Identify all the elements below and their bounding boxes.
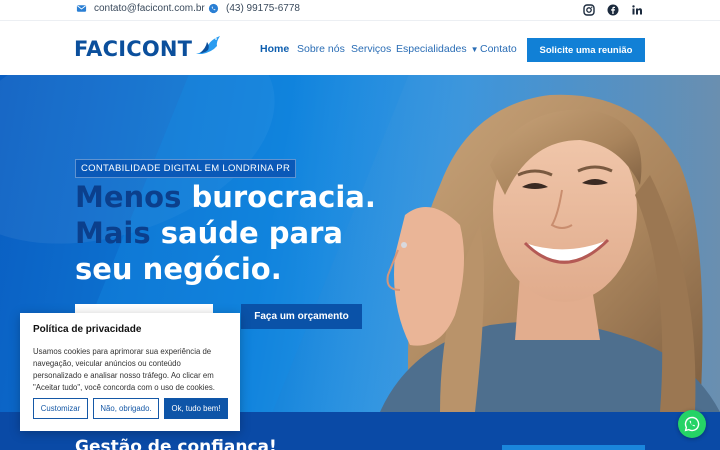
nav-sobre-nos[interactable]: Sobre nós bbox=[297, 43, 345, 55]
nav-especialidades[interactable]: Especialidades ▼ bbox=[396, 43, 479, 55]
customize-button[interactable]: Customizar bbox=[33, 398, 88, 419]
instagram-icon[interactable] bbox=[583, 4, 595, 16]
accept-button[interactable]: Ok, tudo bem! bbox=[164, 398, 228, 419]
quote-button[interactable]: Faça um orçamento bbox=[241, 304, 362, 329]
cookie-buttons: Customizar Não, obrigado. Ok, tudo bem! bbox=[33, 398, 228, 419]
bird-logo-icon bbox=[196, 36, 221, 54]
whatsapp-icon bbox=[208, 3, 219, 14]
nav-home[interactable]: Home bbox=[260, 43, 289, 55]
nav-contato[interactable]: Contato bbox=[480, 43, 517, 55]
headline-word-negocio: seu negócio. bbox=[75, 252, 282, 286]
topbar-phone[interactable]: (43) 99175-6778 bbox=[208, 3, 300, 14]
top-bar: contato@facicont.com.br (43) 99175-6778 bbox=[0, 0, 720, 21]
hero-headline: Menos burocracia. Mais saúde para seu ne… bbox=[75, 179, 395, 287]
nav-servicos[interactable]: Serviços bbox=[351, 43, 391, 55]
logo[interactable]: FACICONT bbox=[74, 34, 222, 61]
page: contato@facicont.com.br (43) 99175-6778 … bbox=[0, 0, 720, 450]
headline-word-menos: Menos bbox=[75, 180, 182, 214]
whatsapp-icon bbox=[684, 416, 700, 432]
caret-down-icon: ▼ bbox=[470, 45, 479, 54]
headline-word-mais: Mais bbox=[75, 216, 151, 250]
section-title-accent: confiança! bbox=[177, 437, 277, 450]
whatsapp-float-button[interactable] bbox=[678, 410, 706, 438]
cookie-consent-dialog: Política de privacidade Usamos cookies p… bbox=[20, 313, 240, 431]
logo-text: FACICONT bbox=[74, 37, 193, 61]
nav-especialidades-label: Especialidades bbox=[396, 43, 467, 55]
site-header: FACICONT Home Sobre nós Serviços Especia… bbox=[0, 21, 720, 75]
decline-button[interactable]: Não, obrigado. bbox=[93, 398, 159, 419]
phone-text[interactable]: (43) 99175-6778 bbox=[226, 3, 300, 14]
request-meeting-button[interactable]: Solicite uma reunião bbox=[527, 38, 645, 62]
headline-word-burocracia: burocracia. bbox=[181, 180, 376, 214]
facebook-icon[interactable] bbox=[607, 4, 619, 16]
envelope-icon bbox=[76, 5, 87, 12]
email-text[interactable]: contato@facicont.com.br bbox=[94, 3, 205, 14]
cookie-text: Usamos cookies para aprimorar sua experi… bbox=[33, 347, 215, 392]
linkedin-icon[interactable] bbox=[631, 4, 643, 16]
section-title-start: Gestão de bbox=[75, 437, 178, 450]
hero-badge: CONTABILIDADE DIGITAL EM LONDRINA PR bbox=[75, 159, 297, 178]
section-button[interactable] bbox=[502, 445, 645, 450]
topbar-email[interactable]: contato@facicont.com.br bbox=[76, 3, 205, 14]
headline-word-saude: saúde para bbox=[150, 216, 343, 250]
cookie-title: Política de privacidade bbox=[33, 324, 142, 335]
section-title: Gestão de confiança! bbox=[75, 437, 277, 450]
